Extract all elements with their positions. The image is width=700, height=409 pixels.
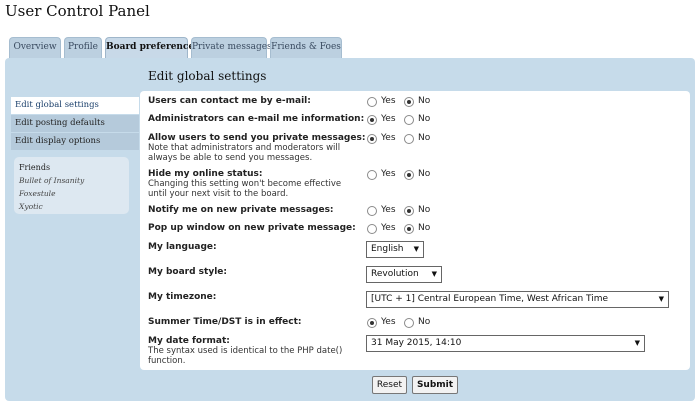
tab-overview[interactable]: Overview [9,37,61,58]
timezone-label: My timezone: [148,292,217,302]
friend-link[interactable]: Foxestule [19,187,124,200]
language-label: My language: [148,242,217,252]
radio-yes[interactable] [367,170,377,180]
sidebar-item-edit-posting-defaults[interactable]: Edit posting defaults [11,115,139,132]
chevron-down-icon: ▼ [658,295,664,303]
tab-profile[interactable]: Profile [64,37,102,58]
friend-link[interactable]: Bullet of Insanity [19,174,124,187]
tab-board-preferences[interactable]: Board preferences [105,37,199,59]
dateformat-note: function. [148,356,186,366]
radio-no[interactable] [404,318,414,328]
setting-label: Pop up window on new private message: [148,223,356,233]
radio-no[interactable] [404,224,414,234]
setting-label: Administrators can e-mail me information… [148,114,365,124]
setting-note: Note that administrators and moderators … [148,143,341,153]
reset-button[interactable]: Reset [372,376,407,394]
radio-no[interactable] [404,170,414,180]
radio-no-label: No [418,317,431,327]
setting-label: Notify me on new private messages: [148,205,334,215]
radio-yes[interactable] [367,318,377,328]
chevron-down-icon: ▼ [431,270,437,278]
timezone-value: [UTC + 1] Central European Time, West Af… [371,294,609,304]
style-label: My board style: [148,267,227,277]
setting-note: until your next visit to the board. [148,189,289,199]
style-select[interactable]: Revolution ▼ [366,266,442,283]
dateformat-select[interactable]: 31 May 2015, 14:10 ▼ [366,335,645,352]
dateformat-value: 31 May 2015, 14:10 [371,338,462,348]
radio-no-label: No [418,133,431,143]
page-title: User Control Panel [5,2,150,20]
radio-no-label: No [418,114,431,124]
radio-yes-label: Yes [381,114,396,124]
radio-yes-label: Yes [381,169,396,179]
chevron-down-icon: ▼ [413,245,419,253]
radio-no-label: No [418,223,431,233]
radio-no[interactable] [404,115,414,125]
timezone-select[interactable]: [UTC + 1] Central European Time, West Af… [366,291,669,308]
submit-button[interactable]: Submit [412,376,458,394]
radio-yes[interactable] [367,224,377,234]
radio-yes[interactable] [367,134,377,144]
chevron-down-icon: ▼ [634,339,640,347]
setting-note: Changing this setting won't become effec… [148,179,342,189]
friend-link[interactable]: Xyotic [19,200,124,213]
setting-label: Users can contact me by e-mail: [148,96,311,106]
friends-title: Friends [19,163,51,172]
radio-no-label: No [418,205,431,215]
sidebar-item-edit-display-options[interactable]: Edit display options [11,133,139,150]
tab-friends-foes[interactable]: Friends & Foes [270,37,342,58]
tab-private-messages[interactable]: Private messages [191,37,272,58]
radio-yes-label: Yes [381,205,396,215]
radio-yes-label: Yes [381,96,396,106]
radio-no[interactable] [404,134,414,144]
dateformat-note: The syntax used is identical to the PHP … [148,346,343,356]
radio-yes[interactable] [367,206,377,216]
radio-yes[interactable] [367,115,377,125]
radio-no-label: No [418,96,431,106]
language-value: English [371,244,404,254]
sidebar-item-edit-global-settings[interactable]: Edit global settings [11,97,139,114]
radio-yes-label: Yes [381,223,396,233]
style-value: Revolution [371,269,419,279]
radio-no-label: No [418,169,431,179]
language-select[interactable]: English ▼ [366,241,424,258]
dst-label: Summer Time/DST is in effect: [148,317,302,327]
friends-list: Friends Bullet of Insanity Foxestule Xyo… [14,157,129,214]
section-heading: Edit global settings [148,69,267,83]
radio-no[interactable] [404,206,414,216]
radio-yes-label: Yes [381,317,396,327]
radio-yes[interactable] [367,97,377,107]
radio-no[interactable] [404,97,414,107]
radio-yes-label: Yes [381,133,396,143]
setting-note: always be able to send you messages. [148,153,313,163]
